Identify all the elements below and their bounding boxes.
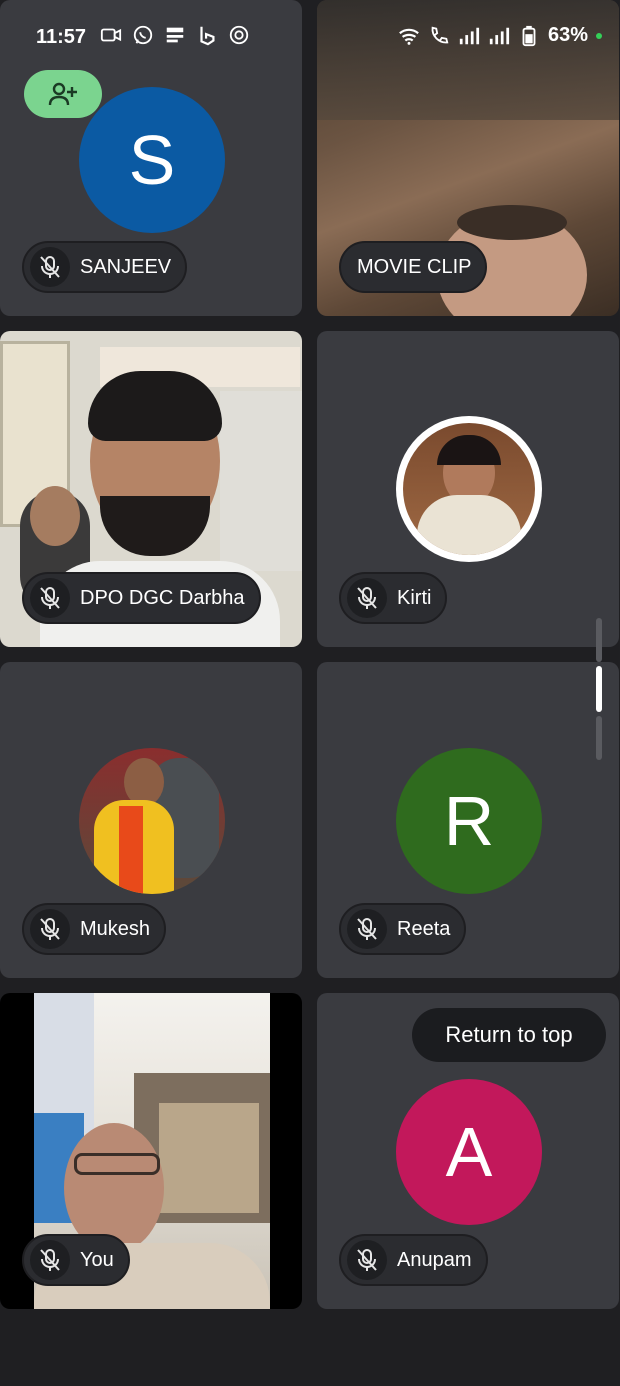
name-pill: DPO DGC Darbha bbox=[22, 572, 261, 624]
participant-tile-sanjeev[interactable]: S SANJEEV bbox=[0, 0, 302, 316]
participant-name: DPO DGC Darbha bbox=[80, 586, 245, 609]
scroll-track-bottom bbox=[596, 716, 602, 760]
scroll-thumb[interactable] bbox=[596, 666, 602, 712]
mic-off-icon bbox=[347, 1240, 387, 1280]
mic-off-icon bbox=[30, 909, 70, 949]
avatar: S bbox=[79, 87, 225, 233]
mic-off-icon bbox=[347, 578, 387, 618]
participant-name: Kirti bbox=[397, 586, 432, 609]
avatar-initial: A bbox=[445, 1113, 493, 1191]
name-pill: SANJEEV bbox=[22, 241, 188, 293]
add-person-icon bbox=[48, 82, 77, 106]
participant-name: Mukesh bbox=[80, 917, 151, 940]
avatar bbox=[396, 416, 542, 562]
mic-off-icon bbox=[347, 909, 387, 949]
name-pill: Kirti bbox=[339, 572, 448, 624]
participant-name: MOVIE CLIP bbox=[357, 255, 472, 278]
participant-tile-dpo-dgc-darbha[interactable]: DPO DGC Darbha bbox=[0, 331, 302, 647]
name-pill: You bbox=[22, 1234, 130, 1286]
participant-name: Reeta bbox=[397, 917, 451, 940]
add-participant-button[interactable] bbox=[24, 70, 102, 118]
name-pill: MOVIE CLIP bbox=[339, 241, 488, 293]
participant-tile-movie-clip[interactable]: MOVIE CLIP bbox=[317, 0, 619, 316]
avatar-initial: S bbox=[128, 121, 176, 199]
participant-tile-mukesh[interactable]: Mukesh bbox=[0, 662, 302, 978]
mic-off-icon bbox=[30, 1240, 70, 1280]
mic-off-icon bbox=[30, 578, 70, 618]
return-to-top-button[interactable]: Return to top bbox=[412, 1008, 606, 1062]
name-pill: Anupam bbox=[339, 1234, 488, 1286]
name-pill: Reeta bbox=[339, 903, 467, 955]
profile-photo bbox=[403, 423, 535, 555]
avatar: R bbox=[396, 748, 542, 894]
scroll-track-top bbox=[596, 618, 602, 662]
avatar-initial: R bbox=[443, 782, 495, 860]
participant-name: SANJEEV bbox=[80, 255, 172, 278]
avatar bbox=[79, 748, 225, 894]
participant-tile-kirti[interactable]: Kirti bbox=[317, 331, 619, 647]
participant-name: Anupam bbox=[397, 1248, 472, 1271]
mic-off-icon bbox=[30, 247, 70, 287]
participant-tile-you[interactable]: You bbox=[0, 993, 302, 1309]
avatar: A bbox=[396, 1079, 542, 1225]
participant-tile-reeta[interactable]: R Reeta bbox=[317, 662, 619, 978]
name-pill: Mukesh bbox=[22, 903, 167, 955]
participant-name: You bbox=[80, 1248, 114, 1271]
profile-photo bbox=[79, 748, 225, 894]
